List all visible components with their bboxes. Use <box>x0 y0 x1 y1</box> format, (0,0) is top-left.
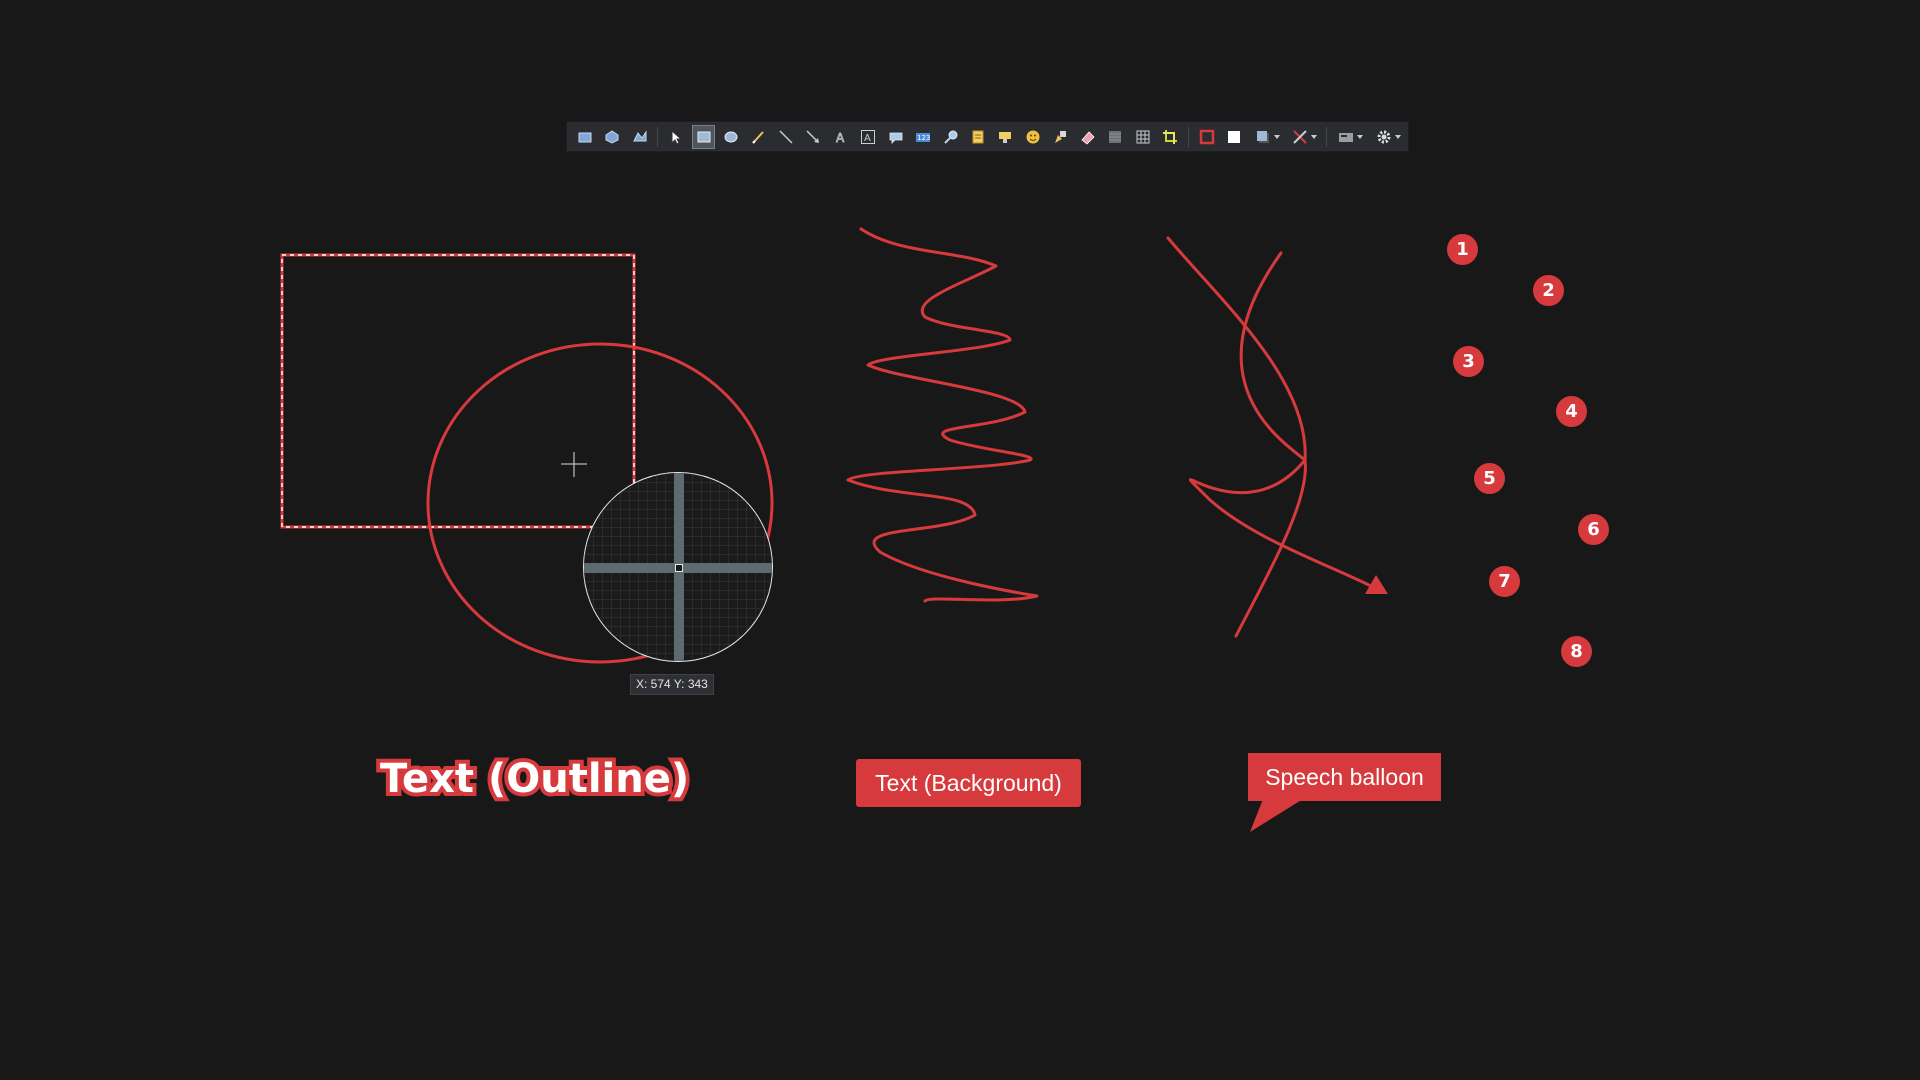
chevron-down-icon <box>1273 134 1280 139</box>
svg-text:123: 123 <box>917 134 930 142</box>
freehand-zigzag[interactable] <box>846 227 1039 603</box>
arrow-tool-button[interactable] <box>802 125 825 149</box>
text-background-tool-button[interactable]: A <box>857 125 880 149</box>
task-dropdown-button[interactable] <box>1333 125 1366 149</box>
speech-balloon-tail <box>1250 799 1303 832</box>
speech-balloon-icon <box>889 132 903 144</box>
ellipse-tool-button[interactable] <box>719 125 742 149</box>
cursor-tool-button[interactable] <box>1049 125 1072 149</box>
settings-gear-icon <box>1377 130 1391 143</box>
step-marker-7[interactable]: 7 <box>1489 566 1520 597</box>
svg-text:A: A <box>864 133 871 144</box>
text-outline-tool-button[interactable]: A <box>829 125 852 149</box>
magnify-icon <box>943 130 958 144</box>
ellipse-icon <box>724 131 738 142</box>
cursor-icon <box>1055 130 1067 143</box>
rectangle-shape[interactable] <box>280 253 636 529</box>
selection-outline <box>281 254 635 528</box>
step-marker-1[interactable]: 1 <box>1447 234 1478 265</box>
shadow-dropdown-button[interactable] <box>1250 125 1283 149</box>
emoji-icon <box>1026 130 1040 143</box>
svg-text:A: A <box>836 131 845 145</box>
chevron-down-icon <box>1311 134 1318 139</box>
annotation-toolbar: A A 123 <box>566 121 1409 152</box>
pixelate-icon <box>1136 130 1150 143</box>
freehand-tool-button[interactable] <box>747 125 770 149</box>
pixelate-tool-button[interactable] <box>1131 125 1154 149</box>
step-marker-4[interactable]: 4 <box>1556 396 1587 427</box>
cursor-coordinates-label: X: 574 Y: 343 <box>630 674 714 695</box>
crop-icon <box>1163 129 1178 144</box>
speech-balloon-tool-button[interactable] <box>884 125 907 149</box>
step-marker-5[interactable]: 5 <box>1474 463 1505 494</box>
step-tool-button[interactable]: 123 <box>911 125 934 149</box>
border-color-button[interactable] <box>1195 125 1218 149</box>
text-outline-icon: A <box>835 130 845 145</box>
select-pointer-icon <box>671 129 683 145</box>
toolbar-separator <box>1326 126 1328 147</box>
arrow-icon <box>806 129 820 143</box>
highlight-tool-button[interactable] <box>994 125 1017 149</box>
chevron-down-icon <box>1357 134 1364 139</box>
fill-color-icon <box>1228 130 1241 143</box>
sticker-tool-button[interactable] <box>966 125 989 149</box>
capture-freehand-button[interactable] <box>628 125 651 149</box>
toolbar-separator <box>1187 126 1189 147</box>
capture-window-button[interactable] <box>600 125 623 149</box>
magnify-tool-button[interactable] <box>939 125 962 149</box>
settings-dropdown-button[interactable] <box>1371 125 1404 149</box>
capture-region-button[interactable] <box>573 125 596 149</box>
step-marker-8[interactable]: 8 <box>1561 636 1592 667</box>
line-icon <box>779 129 793 144</box>
capture-freehand-icon <box>632 129 647 141</box>
magnifier-center-pixel <box>675 564 683 572</box>
select-tool-button[interactable] <box>664 125 687 149</box>
tools-icon <box>1293 129 1307 144</box>
task-icon <box>1339 132 1354 142</box>
toolbar-separator <box>657 126 659 147</box>
blur-icon <box>1109 130 1122 143</box>
freehand-pen-icon <box>752 130 765 144</box>
shadow-icon <box>1256 130 1269 143</box>
capture-window-icon <box>605 129 619 144</box>
magnifier-loupe <box>583 472 773 662</box>
step-marker-6[interactable]: 6 <box>1578 514 1609 545</box>
line-tool-button[interactable] <box>774 125 797 149</box>
chevron-down-icon <box>1394 134 1401 139</box>
curve-line[interactable] <box>1234 251 1307 638</box>
eraser-icon <box>1081 130 1095 145</box>
tools-dropdown-button[interactable] <box>1287 125 1320 149</box>
curved-arrow[interactable] <box>1166 236 1377 590</box>
text-background-annotation[interactable]: Text (Background) <box>856 759 1081 807</box>
text-background-icon: A <box>861 129 876 144</box>
step-counter-icon: 123 <box>916 132 931 142</box>
border-color-icon <box>1199 129 1214 144</box>
emoji-tool-button[interactable] <box>1021 125 1044 149</box>
fill-color-button[interactable] <box>1222 125 1245 149</box>
eraser-tool-button[interactable] <box>1076 125 1099 149</box>
speech-balloon-annotation[interactable]: Speech balloon <box>1248 753 1441 801</box>
step-marker-3[interactable]: 3 <box>1453 346 1484 377</box>
capture-region-icon <box>578 132 592 142</box>
highlight-icon <box>999 131 1012 143</box>
rectangle-tool-button[interactable] <box>691 124 716 149</box>
blur-tool-button[interactable] <box>1104 125 1127 149</box>
crop-tool-button[interactable] <box>1158 125 1181 149</box>
rectangle-icon <box>697 131 710 142</box>
step-marker-2[interactable]: 2 <box>1533 275 1564 306</box>
text-outline-annotation[interactable]: Text (Outline) <box>376 752 693 806</box>
sticker-icon <box>972 130 984 143</box>
annotation-canvas[interactable] <box>0 0 1920 1080</box>
